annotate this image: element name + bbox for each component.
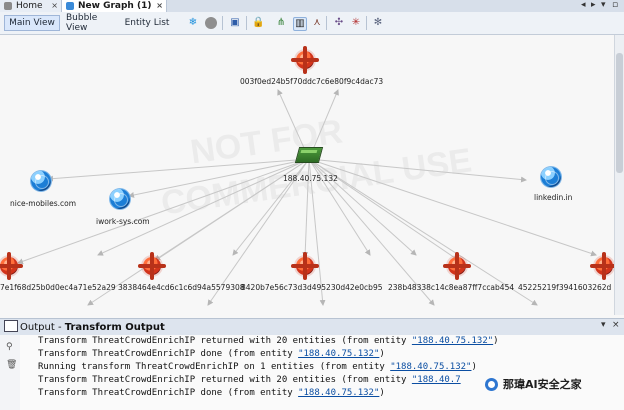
tree-layout-icon[interactable]: ⋏ bbox=[311, 17, 323, 29]
tab-new-graph[interactable]: New Graph (1) × bbox=[62, 0, 167, 12]
organic-layout-icon[interactable]: ▥ bbox=[293, 17, 307, 31]
entity-link[interactable]: "188.40.75.132" bbox=[412, 336, 493, 346]
main-view-button[interactable]: Main View bbox=[4, 15, 60, 31]
output-line-end: ) bbox=[471, 362, 477, 372]
window-restore-icon[interactable]: ▫ bbox=[612, 0, 618, 10]
maltego-window: Home × New Graph (1) × ◂ ▸ ▾ ▫ Main View… bbox=[0, 0, 624, 410]
brand-text: 那瑋AI安全之家 bbox=[503, 378, 582, 391]
tab-home-label: Home bbox=[16, 1, 43, 11]
bubble-view-label: Bubble View bbox=[66, 13, 98, 33]
output-icon bbox=[4, 320, 18, 332]
graph-canvas[interactable]: NOT FOR COMMERCIAL USE 003f0ed24b5f70ddc… bbox=[0, 35, 614, 315]
entity-link[interactable]: "188.40.75.132" bbox=[298, 349, 379, 359]
entity-list-label: Entity List bbox=[124, 18, 170, 28]
hash-node-label: 003f0ed24b5f70ddc7c6e80f9c4dac73 bbox=[240, 77, 384, 86]
entity-list-button[interactable]: Entity List bbox=[124, 15, 170, 31]
hash-node-label: 8420b7e56c73d3d495230d42e0cb95 bbox=[241, 283, 383, 292]
domain-node-label: iwork-sys.com bbox=[96, 217, 150, 226]
domain-node-icon[interactable] bbox=[31, 171, 51, 191]
toolbar-separator bbox=[246, 16, 247, 30]
domain-node-label: linkedin.in bbox=[534, 193, 573, 202]
hash-node-icon[interactable] bbox=[143, 252, 161, 280]
output-close-icon[interactable]: × bbox=[612, 320, 620, 330]
hash-node-label: 3838464e4cd6c1c6d94a5579308 bbox=[118, 283, 245, 292]
output-line-text: Transform ThreatCrowdEnrichIP done (from… bbox=[38, 388, 299, 398]
hash-node-icon[interactable] bbox=[296, 46, 314, 74]
entity-link[interactable]: "188.40.75.132" bbox=[298, 388, 379, 398]
toolbar-separator bbox=[326, 16, 327, 30]
output-line-text: Running transform ThreatCrowdEnrichIP on… bbox=[38, 362, 391, 372]
tab-home[interactable]: Home × bbox=[0, 0, 62, 12]
lock-icon[interactable]: 🔒 bbox=[252, 17, 264, 29]
hash-node-icon[interactable] bbox=[448, 252, 466, 280]
entity-link[interactable]: "188.40.75.132" bbox=[390, 362, 471, 372]
close-icon[interactable]: × bbox=[156, 1, 163, 10]
filter-icon[interactable]: ⚲ bbox=[6, 342, 16, 352]
hash-node-label: 45225219f3941603262d bbox=[518, 283, 612, 292]
output-title-suffix: Transform Output bbox=[64, 321, 165, 333]
output-minimize-icon[interactable]: ▾ bbox=[601, 320, 606, 330]
trash-icon[interactable]: 🗑 bbox=[6, 360, 17, 370]
output-title-separator: - bbox=[57, 321, 65, 333]
tab-new-graph-label: New Graph (1) bbox=[78, 1, 152, 11]
graph-layout-icon[interactable]: ✳ bbox=[350, 17, 362, 29]
output-panel-title: Output - Transform Output bbox=[20, 322, 165, 333]
graph-vertical-scrollbar[interactable] bbox=[614, 35, 624, 315]
graph-toolbar: Main View Bubble View Entity List ❄ ▣ 🔒 … bbox=[0, 12, 624, 35]
hash-node-label: 7e1f68d25b0d0ec4a71e52a29 bbox=[0, 283, 116, 292]
bubble-view-button[interactable]: Bubble View bbox=[66, 13, 118, 33]
toolbar-separator bbox=[222, 16, 223, 30]
domain-node-icon[interactable] bbox=[110, 189, 130, 209]
hash-node-icon[interactable] bbox=[296, 252, 314, 280]
close-icon[interactable]: × bbox=[51, 1, 58, 10]
hash-node-icon[interactable] bbox=[0, 252, 18, 280]
output-line-1: Transform ThreatCrowdEnrichIP returned w… bbox=[38, 336, 499, 346]
output-line-end: ) bbox=[379, 349, 385, 359]
output-line-text: Transform ThreatCrowdEnrichIP done (from… bbox=[38, 349, 299, 359]
output-line-3: Running transform ThreatCrowdEnrichIP on… bbox=[38, 362, 477, 372]
brand-watermark: 那瑋AI安全之家 bbox=[485, 374, 617, 394]
entity-link[interactable]: "188.40.7 bbox=[412, 375, 461, 385]
output-line-end: ) bbox=[379, 388, 385, 398]
hierarchy-icon[interactable]: ⋔ bbox=[275, 17, 287, 29]
transform-output-log: Transform ThreatCrowdEnrichIP returned w… bbox=[20, 335, 624, 410]
ip-address-node-icon[interactable] bbox=[294, 147, 324, 163]
domain-node-label: nice-mobiles.com bbox=[10, 199, 77, 208]
output-line-end: ) bbox=[493, 336, 499, 346]
tab-scroll-right-icon[interactable]: ▸ bbox=[591, 0, 596, 10]
graph-scroll-thumb[interactable] bbox=[616, 53, 623, 173]
output-line-text: Transform ThreatCrowdEnrichIP returned w… bbox=[38, 336, 412, 346]
monitor-icon[interactable]: ▣ bbox=[229, 17, 241, 29]
domain-node-icon[interactable] bbox=[541, 167, 561, 187]
freeze-icon[interactable]: ❄ bbox=[187, 17, 199, 29]
tab-menu-icon[interactable]: ▾ bbox=[601, 0, 606, 10]
brand-icon bbox=[485, 377, 498, 391]
output-line-5: Transform ThreatCrowdEnrichIP done (from… bbox=[38, 388, 385, 398]
output-side-tools: ⚲ 🗑 bbox=[0, 335, 21, 410]
output-line-2: Transform ThreatCrowdEnrichIP done (from… bbox=[38, 349, 385, 359]
output-line-text: Transform ThreatCrowdEnrichIP returned w… bbox=[38, 375, 412, 385]
hash-node-label: 238b48338c14c8ea87ff7ccab454 bbox=[388, 283, 515, 292]
home-icon bbox=[4, 2, 12, 10]
stop-icon[interactable] bbox=[205, 17, 217, 29]
graph-icon bbox=[66, 2, 74, 10]
output-line-4: Transform ThreatCrowdEnrichIP returned w… bbox=[38, 375, 461, 385]
cluster-icon[interactable]: ✣ bbox=[333, 17, 345, 29]
network-layout-icon[interactable]: ✻ bbox=[372, 17, 384, 29]
ip-address-node-label: 188.40.75.132 bbox=[283, 174, 338, 183]
output-panel-header: Output - Transform Output ▾ × bbox=[0, 318, 624, 336]
main-view-label: Main View bbox=[9, 18, 55, 28]
hash-node-icon[interactable] bbox=[595, 252, 613, 280]
output-title-prefix: Output bbox=[20, 321, 55, 333]
tab-scroll-left-icon[interactable]: ◂ bbox=[581, 0, 586, 10]
toolbar-separator bbox=[366, 16, 367, 30]
